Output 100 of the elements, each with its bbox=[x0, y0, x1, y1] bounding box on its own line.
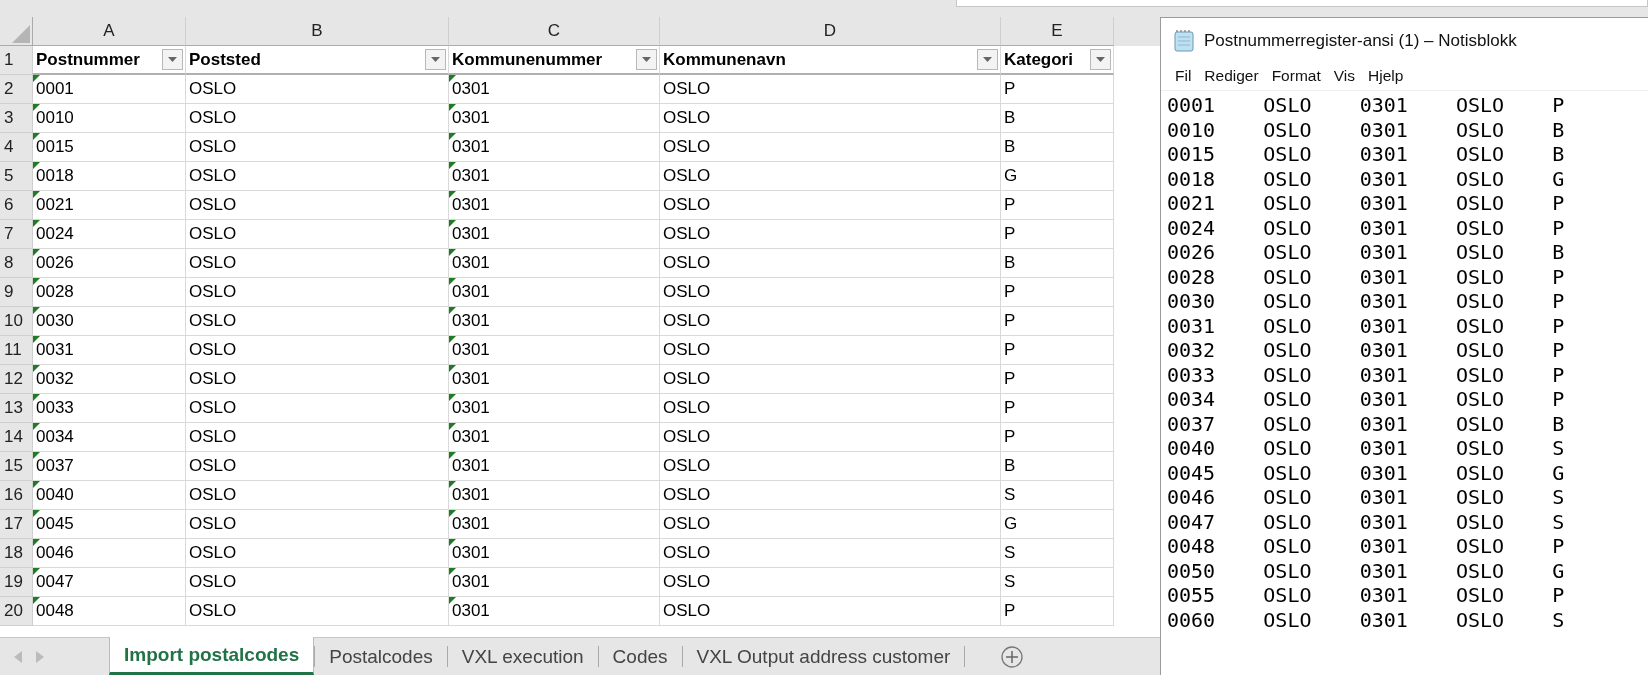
text-line: 0045 OSLO 0301 OSLO G bbox=[1167, 460, 1565, 485]
row-header[interactable]: 17 bbox=[0, 510, 33, 539]
filter-dropdown-button[interactable] bbox=[425, 49, 446, 70]
table-cell: 0301 bbox=[449, 597, 660, 626]
table-cell: 0301 bbox=[449, 365, 660, 394]
table-cell: OSLO bbox=[660, 394, 1001, 423]
table-header-cell: Poststed bbox=[189, 49, 261, 70]
menu-item[interactable]: Rediger bbox=[1198, 65, 1266, 87]
menu-item[interactable]: Fil bbox=[1169, 65, 1199, 87]
sheet-tab[interactable]: VXL execution bbox=[447, 638, 598, 675]
text-line: 0032 OSLO 0301 OSLO P bbox=[1167, 338, 1565, 363]
row-header[interactable]: 3 bbox=[0, 104, 33, 133]
row-header[interactable]: 11 bbox=[0, 336, 33, 365]
row-header[interactable]: 8 bbox=[0, 249, 33, 278]
table-cell: 0301 bbox=[449, 423, 660, 452]
row-header[interactable]: 4 bbox=[0, 133, 33, 162]
table-cell: P bbox=[1001, 220, 1114, 249]
text-line: 0033 OSLO 0301 OSLO P bbox=[1167, 362, 1565, 387]
filter-dropdown-button[interactable] bbox=[636, 49, 657, 70]
table-cell: OSLO bbox=[660, 191, 1001, 220]
table-cell: OSLO bbox=[186, 162, 449, 191]
sheet-tab[interactable]: Codes bbox=[598, 638, 682, 675]
row-header[interactable]: 13 bbox=[0, 394, 33, 423]
row-header[interactable]: 14 bbox=[0, 423, 33, 452]
row-header[interactable]: 1 bbox=[0, 46, 33, 75]
row-header[interactable]: 12 bbox=[0, 365, 33, 394]
text-line: 0040 OSLO 0301 OSLO S bbox=[1167, 436, 1565, 461]
table-cell: OSLO bbox=[660, 539, 1001, 568]
table-cell: 0301 bbox=[449, 162, 660, 191]
table-cell: 0301 bbox=[449, 568, 660, 597]
table-cell: OSLO bbox=[186, 249, 449, 278]
row-header[interactable]: 19 bbox=[0, 568, 33, 597]
table-cell: 0018 bbox=[33, 162, 186, 191]
table-cell: B bbox=[1001, 104, 1114, 133]
table-cell: OSLO bbox=[660, 249, 1001, 278]
table-cell: OSLO bbox=[186, 191, 449, 220]
row-header[interactable]: 15 bbox=[0, 452, 33, 481]
table-cell: B bbox=[1001, 452, 1114, 481]
column-header[interactable]: D bbox=[660, 17, 1001, 46]
table-cell: OSLO bbox=[660, 162, 1001, 191]
row-header[interactable]: 20 bbox=[0, 597, 33, 626]
caret-icon bbox=[983, 57, 992, 62]
table-cell: OSLO bbox=[186, 104, 449, 133]
column-header[interactable]: A bbox=[33, 17, 186, 46]
menu-item[interactable]: Hjelp bbox=[1362, 65, 1411, 87]
column-header[interactable]: B bbox=[186, 17, 449, 46]
text-line: 0021 OSLO 0301 OSLO P bbox=[1167, 191, 1565, 216]
filter-dropdown-button[interactable] bbox=[162, 49, 183, 70]
table-cell: 0046 bbox=[33, 539, 186, 568]
sheet-tab[interactable]: VXL Output address customer bbox=[682, 638, 965, 675]
table-cell: S bbox=[1001, 539, 1114, 568]
table-cell: S bbox=[1001, 568, 1114, 597]
row-header[interactable]: 16 bbox=[0, 481, 33, 510]
table-cell: 0301 bbox=[449, 336, 660, 365]
row-header[interactable]: 7 bbox=[0, 220, 33, 249]
row-header[interactable]: 18 bbox=[0, 539, 33, 568]
row-header[interactable]: 2 bbox=[0, 75, 33, 104]
text-line: 0001 OSLO 0301 OSLO P bbox=[1167, 93, 1565, 118]
text-line: 0046 OSLO 0301 OSLO S bbox=[1167, 485, 1565, 510]
table-cell: OSLO bbox=[186, 568, 449, 597]
row-header[interactable]: 5 bbox=[0, 162, 33, 191]
table-cell: OSLO bbox=[660, 220, 1001, 249]
menu-item[interactable]: Vis bbox=[1327, 65, 1362, 87]
table-header-cell: Kommunenummer bbox=[452, 49, 603, 70]
sheet-tab[interactable]: Postalcodes bbox=[315, 638, 447, 675]
row-header[interactable]: 10 bbox=[0, 307, 33, 336]
column-header[interactable]: C bbox=[449, 17, 660, 46]
caret-icon bbox=[431, 57, 440, 62]
text-line: 0060 OSLO 0301 OSLO S bbox=[1167, 607, 1565, 632]
table-cell: OSLO bbox=[186, 75, 449, 104]
column-header[interactable]: E bbox=[1001, 17, 1114, 46]
table-cell: 0301 bbox=[449, 220, 660, 249]
text-line: 0010 OSLO 0301 OSLO B bbox=[1167, 117, 1565, 142]
filter-dropdown-button[interactable] bbox=[1090, 49, 1111, 70]
table-cell: 0301 bbox=[449, 249, 660, 278]
table-cell: B bbox=[1001, 249, 1114, 278]
table-cell: OSLO bbox=[186, 394, 449, 423]
table-cell: OSLO bbox=[660, 481, 1001, 510]
table-cell: 0026 bbox=[33, 249, 186, 278]
caret-icon bbox=[642, 57, 651, 62]
text-line: 0030 OSLO 0301 OSLO P bbox=[1167, 289, 1565, 314]
caret-icon bbox=[168, 57, 177, 62]
table-cell: OSLO bbox=[186, 365, 449, 394]
table-cell: OSLO bbox=[186, 597, 449, 626]
table-cell: 0031 bbox=[33, 336, 186, 365]
table-cell: 0301 bbox=[449, 75, 660, 104]
menu-item[interactable]: Format bbox=[1265, 65, 1328, 87]
table-header-cell: Kommunenavn bbox=[663, 49, 786, 70]
sheet-tab[interactable]: Import postalcodes bbox=[109, 637, 315, 675]
table-cell: OSLO bbox=[186, 510, 449, 539]
table-cell: P bbox=[1001, 75, 1114, 104]
table-cell: P bbox=[1001, 278, 1114, 307]
table-cell: 0301 bbox=[449, 510, 660, 539]
row-header[interactable]: 6 bbox=[0, 191, 33, 220]
add-sheet-icon[interactable] bbox=[1001, 645, 1024, 668]
filter-dropdown-button[interactable] bbox=[977, 49, 998, 70]
text-line: 0028 OSLO 0301 OSLO P bbox=[1167, 264, 1565, 289]
table-cell: 0033 bbox=[33, 394, 186, 423]
row-header[interactable]: 9 bbox=[0, 278, 33, 307]
table-cell: 0048 bbox=[33, 597, 186, 626]
